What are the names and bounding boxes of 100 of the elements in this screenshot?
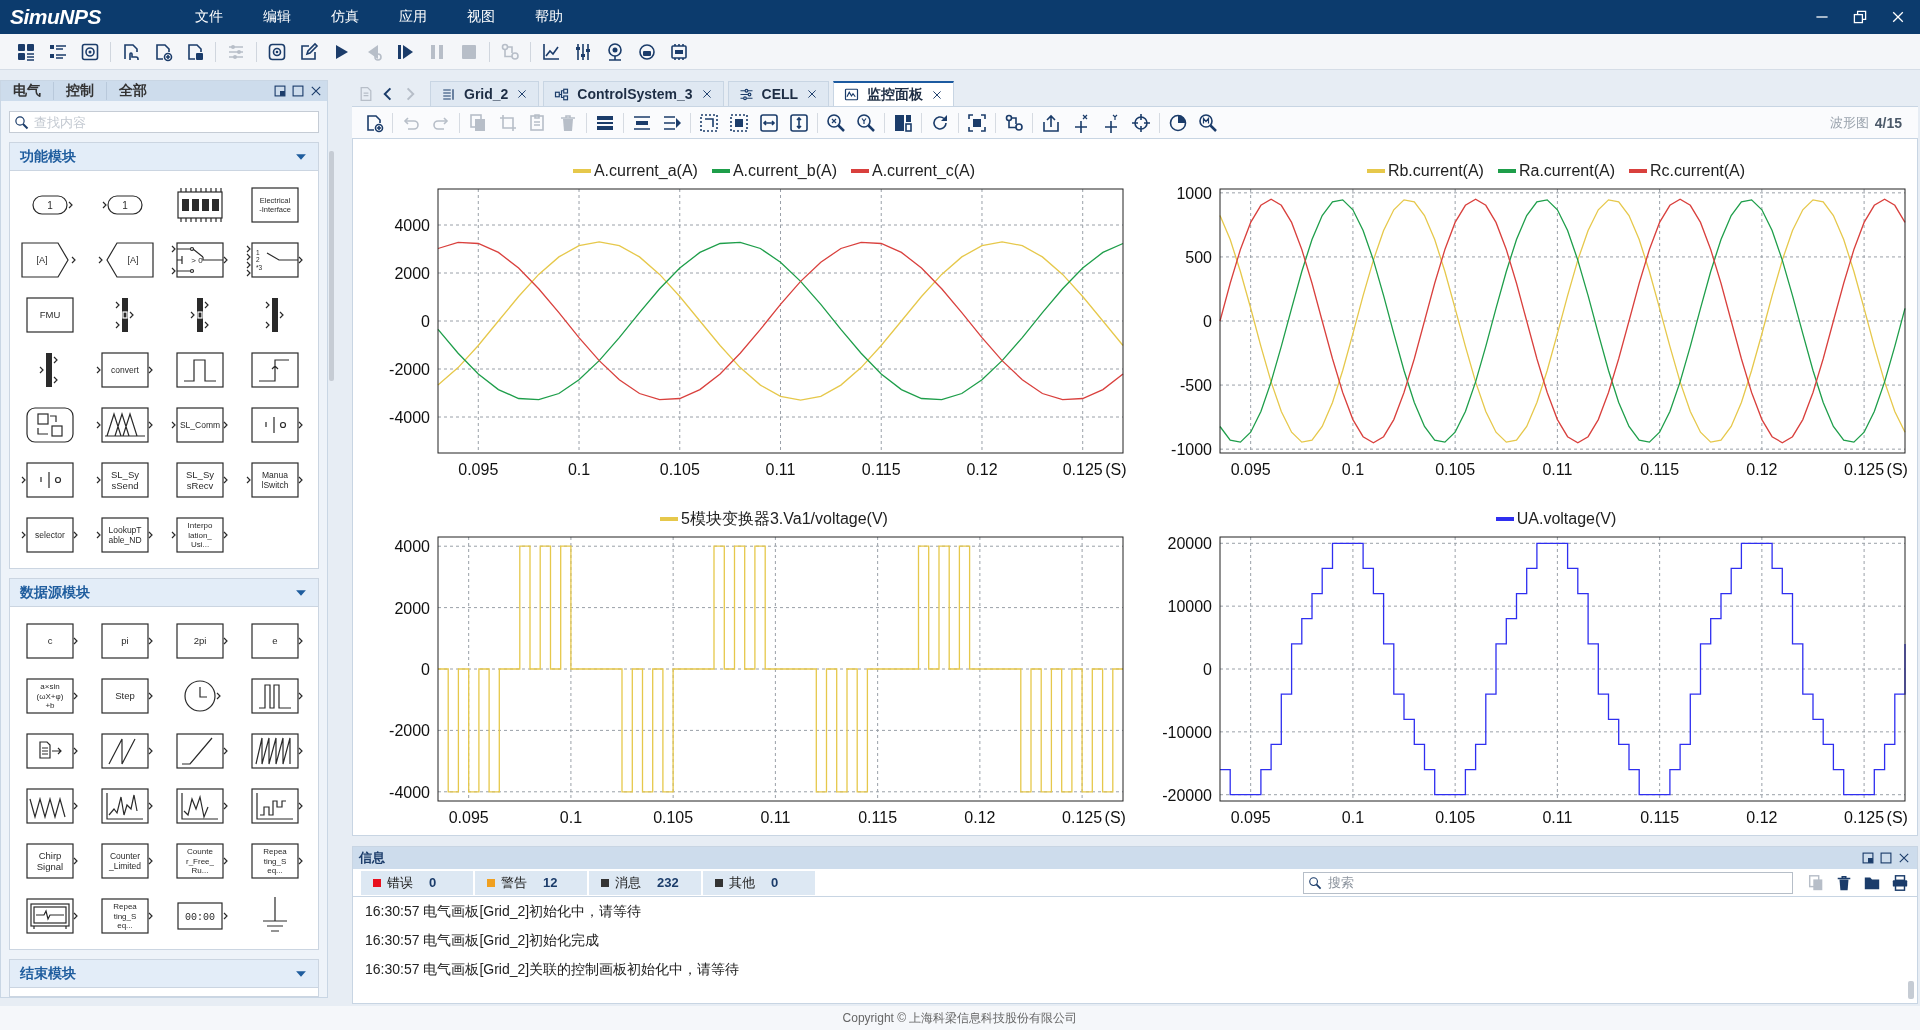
library-block[interactable]: SL_Sy sSend [88, 454, 161, 505]
filter-button[interactable]: 其他 0 [703, 870, 815, 895]
library-block[interactable]: Step [88, 670, 161, 721]
document-tab[interactable]: ControlSystem_3 [543, 81, 724, 106]
new-document-icon[interactable] [153, 41, 173, 62]
scrollbar[interactable] [329, 151, 334, 381]
library-block[interactable]: > 0 [163, 234, 236, 285]
maximize-icon[interactable] [291, 84, 305, 99]
library-block[interactable]: SL_Sy sRecv [163, 454, 236, 505]
close-icon[interactable] [700, 88, 713, 100]
float-icon[interactable] [1861, 851, 1875, 865]
zoom-icon[interactable] [1198, 112, 1218, 133]
document-icon[interactable] [185, 41, 205, 62]
library-block[interactable]: 2pi [163, 615, 236, 666]
close-icon[interactable] [516, 88, 529, 100]
tick-label: 0.105 [1435, 809, 1476, 826]
search-field[interactable]: 搜索 [1303, 871, 1793, 894]
pie-chart-icon[interactable] [1168, 112, 1188, 133]
float-icon[interactable] [273, 84, 287, 99]
tick-label: 0.105 [653, 809, 694, 826]
menu-item[interactable]: 编辑 [243, 8, 311, 26]
delete-icon[interactable] [1835, 873, 1853, 892]
fit-height-icon[interactable] [789, 112, 809, 133]
fit-icon[interactable] [729, 112, 749, 133]
maximize-icon[interactable] [1879, 851, 1893, 865]
library-block[interactable]: selector [13, 509, 86, 560]
tick-label: 500 [1185, 248, 1212, 266]
library-block[interactable]: a×sin (ωX+φ) +b [13, 670, 86, 721]
close-icon[interactable] [806, 88, 819, 100]
library-tab[interactable]: 全部 [107, 82, 159, 101]
document-tab[interactable]: 监控面板 [833, 81, 955, 106]
close-icon[interactable] [931, 88, 944, 101]
close-icon[interactable] [1897, 851, 1911, 865]
library-block[interactable]: Counte r_Free_ Ru... [163, 835, 236, 886]
zoom-icon[interactable] [826, 112, 846, 133]
chip-icon[interactable] [669, 41, 689, 62]
library-tab[interactable]: 控制 [54, 82, 107, 101]
menu-item[interactable]: 仿真 [311, 8, 379, 26]
library-block[interactable]: e [238, 615, 311, 666]
sliders-icon[interactable] [573, 41, 593, 62]
probe-icon[interactable] [605, 41, 625, 62]
new-document-icon[interactable] [364, 112, 384, 133]
library-block[interactable]: 00:00 [163, 890, 236, 941]
legend-label: A.current_b(A) [732, 162, 837, 180]
library-block[interactable]: Repea ting_S eq... [238, 835, 311, 886]
tick-label: -20000 [1162, 786, 1212, 804]
tiles-icon[interactable] [16, 41, 36, 62]
tick-label: 2000 [394, 599, 430, 617]
library-block[interactable]: [A] [13, 234, 86, 285]
menu-item[interactable]: 视图 [447, 8, 515, 26]
fit-icon[interactable] [699, 112, 719, 133]
menu-item[interactable]: 文件 [175, 8, 243, 26]
line-chart-icon[interactable] [541, 41, 561, 62]
library-block[interactable]: [A] [88, 234, 161, 285]
select-icon[interactable] [967, 112, 987, 133]
library-block[interactable]: LookupT able_ND [88, 509, 161, 560]
section-header[interactable]: 数据源模块 [10, 579, 318, 607]
section-header[interactable]: 功能模块 [10, 143, 318, 171]
network-icon [554, 86, 570, 102]
filter-button[interactable]: 错误 0 [361, 870, 473, 895]
library-block[interactable]: SL_Comm [163, 399, 236, 450]
tick-label: 0.115 [1640, 461, 1680, 478]
library-block[interactable]: c [13, 615, 86, 666]
library-block[interactable]: Counter _Limited [88, 835, 161, 886]
library-block[interactable]: Interpo lation_ Usi... [163, 509, 236, 560]
layout-icon[interactable] [893, 112, 913, 133]
export-icon[interactable] [1041, 112, 1061, 133]
menu-item[interactable]: 帮助 [515, 8, 583, 26]
library-block[interactable]: pi [88, 615, 161, 666]
section-header[interactable]: 结束模块 [10, 960, 318, 988]
scrollbar[interactable] [1908, 981, 1914, 999]
print-icon[interactable] [1891, 873, 1909, 892]
tick-label: 0.115 [858, 809, 898, 826]
grid-document-icon [441, 86, 456, 102]
nodes-icon[interactable] [1004, 112, 1024, 133]
tick-label: 0.115 [1640, 809, 1680, 826]
library-block[interactable]: FMU [13, 289, 86, 340]
document-tab[interactable]: Grid_2 [430, 81, 540, 106]
restore-icon[interactable] [1852, 9, 1868, 25]
close-icon[interactable] [1890, 9, 1906, 25]
settings-icon[interactable] [267, 41, 287, 62]
search-field[interactable]: 查找内容 [9, 111, 319, 133]
tick-label: 0.12 [1746, 809, 1778, 826]
fit-width-icon[interactable] [759, 112, 779, 133]
document-tab[interactable]: CELL [727, 81, 830, 106]
library-block[interactable]: Manua lSwitch [238, 454, 311, 505]
library-block[interactable]: 1 [13, 179, 86, 230]
edit-icon[interactable] [299, 41, 319, 62]
library-block[interactable]: convert [88, 344, 161, 395]
library-block[interactable]: Chirp Signal [13, 835, 86, 886]
filter-button[interactable]: 消息 232 [589, 870, 701, 895]
zoom-icon[interactable] [856, 112, 876, 133]
menu-item[interactable]: 应用 [379, 8, 447, 26]
tick-label: 0.11 [765, 461, 796, 478]
crosshair-icon[interactable] [1131, 112, 1151, 133]
library-block[interactable]: Repea ting_S eq... [88, 890, 161, 941]
document-icon[interactable] [121, 41, 141, 62]
library-tab[interactable]: 电气 [1, 82, 54, 101]
library-block[interactable]: 1 [88, 179, 161, 230]
filter-button[interactable]: 警告 12 [475, 870, 587, 895]
